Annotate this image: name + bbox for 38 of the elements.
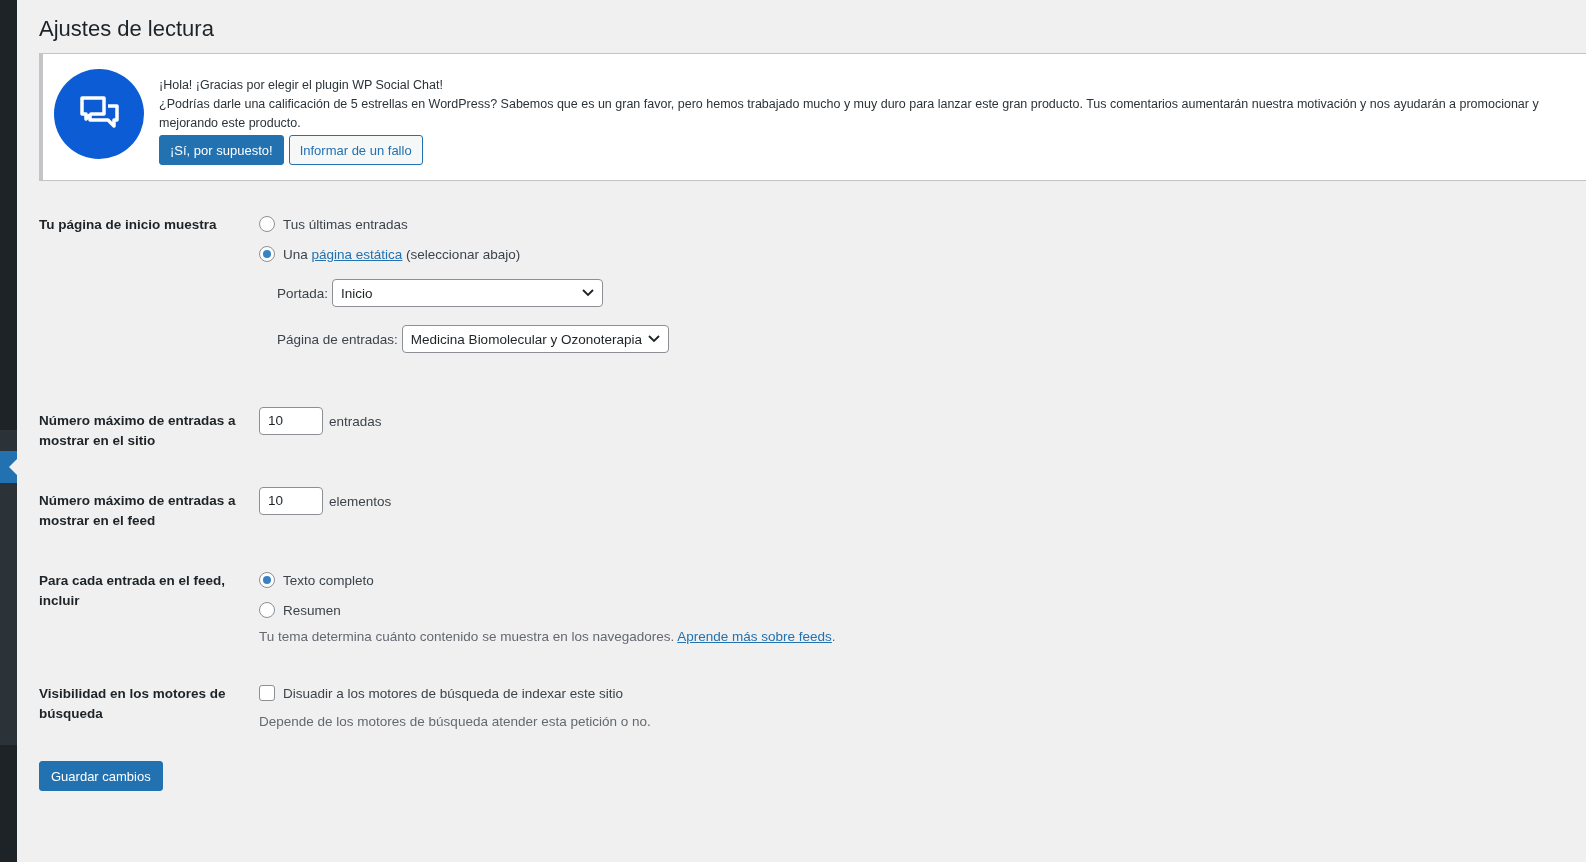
number-field[interactable]: 10 [259, 487, 323, 515]
checkbox-label[interactable]: Disuadir a los motores de búsqueda de indexar este sitio [283, 685, 623, 701]
select-label: Página de entradas: [277, 331, 398, 347]
option-label[interactable]: Resumen [283, 602, 341, 618]
page-title: Ajustes de lectura [39, 15, 215, 43]
dropdown-field[interactable]: Inicio [332, 279, 604, 307]
notice-text: ¡Hola! ¡Gracias por elegir el plugin WP Social Chat! [159, 77, 444, 94]
option-label[interactable]: Tus últimas entradas [283, 216, 408, 232]
number-field[interactable]: 10 [259, 407, 323, 435]
notice-text: mejorando este producto. [159, 115, 302, 132]
description-text: Depende de los motores de búsqueda atender esta petición o no. [259, 714, 652, 729]
radio-button[interactable] [259, 572, 275, 588]
rate-button[interactable]: ¡Sí, por supuesto! [159, 135, 284, 165]
chevron-down-icon [647, 335, 660, 343]
radio-button[interactable] [259, 602, 275, 618]
learn-more-link[interactable]: Aprende más sobre feeds [677, 629, 832, 644]
dropdown-field[interactable]: Medicina Biomolecular y Ozonoterapia [401, 325, 669, 353]
report-bug-button[interactable]: Informar de un fallo [288, 135, 423, 165]
setting-label: Para cada entrada en el feed, incluir [39, 572, 227, 610]
setting-label: Número máximo de entradas a mostrar en el sitio [39, 412, 237, 450]
checkbox[interactable] [259, 685, 275, 701]
chat-icon [53, 68, 145, 160]
current-menu-marker [0, 451, 17, 483]
description-text: Tu tema determina cuánto contenido se muestra en los navegadores. Aprende más sobre feeds. [259, 629, 837, 644]
option-label[interactable]: Una página estática (seleccionar abajo) [283, 246, 521, 262]
save-button[interactable]: Guardar cambios [39, 761, 163, 791]
inline-link[interactable]: página estática [311, 246, 403, 262]
setting-label: Tu página de inicio muestra [39, 216, 218, 234]
setting-label: Número máximo de entradas a mostrar en el feed [39, 492, 237, 530]
notice-text: ¿Podrías darle una calificación de 5 estrellas en WordPress? Sabemos que es un gran favor, pero hemos trabajado mucho y muy duro para lanzar este gran producto. Tus comentarios aumentarán nuestra motivación y nos ayudarán a promocionar y [159, 96, 1540, 113]
radio-button[interactable] [259, 246, 275, 262]
unit-label: elementos [329, 493, 392, 509]
select-label: Portada: [277, 285, 329, 301]
chevron-down-icon [582, 289, 595, 297]
option-label[interactable]: Texto completo [283, 572, 374, 588]
radio-button[interactable] [259, 216, 275, 232]
unit-label: entradas [329, 413, 382, 429]
setting-label: Visibilidad en los motores de búsqueda [39, 685, 227, 723]
